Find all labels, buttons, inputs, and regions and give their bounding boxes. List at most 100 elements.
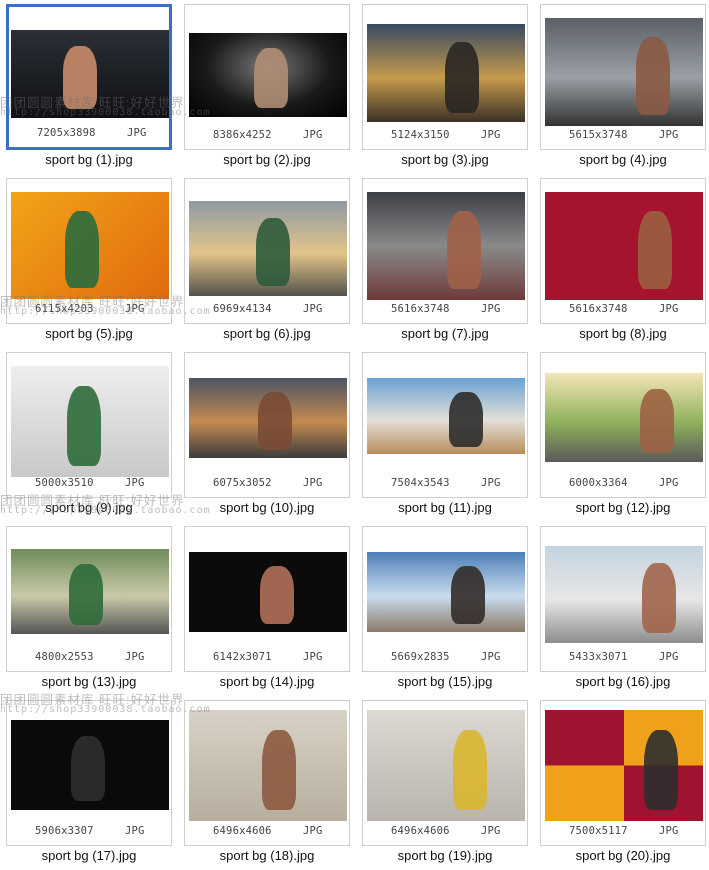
file-type: JPG [303, 129, 323, 141]
thumbnail-frame[interactable]: 7504x3543 JPG [362, 352, 528, 498]
athlete-figure [445, 42, 479, 113]
thumbnail-image[interactable] [11, 549, 169, 634]
file-name[interactable]: sport bg (11).jpg [356, 500, 534, 515]
file-name[interactable]: sport bg (5).jpg [0, 326, 178, 341]
athlete-figure [449, 392, 483, 447]
thumbnail-item[interactable]: 5669x2835 JPG sport bg (15).jpg [356, 522, 534, 696]
thumbnail-item[interactable]: 7504x3543 JPG sport bg (11).jpg [356, 348, 534, 522]
thumbnail-item[interactable]: 5615x3748 JPG sport bg (4).jpg [534, 0, 709, 174]
thumbnail-item[interactable]: 6075x3052 JPG sport bg (10).jpg [178, 348, 356, 522]
thumbnail-frame[interactable]: 6496x4606 JPG [184, 700, 350, 846]
thumbnail-frame[interactable]: 5906x3307 JPG [6, 700, 172, 846]
file-type: JPG [303, 825, 323, 837]
file-name[interactable]: sport bg (2).jpg [178, 152, 356, 167]
thumbnail-grid: 7205x3898 JPG sport bg (1).jpg 8386x4252 JPG… [0, 0, 709, 870]
thumbnail-frame[interactable]: 5433x3071 JPG [540, 526, 706, 672]
file-name[interactable]: sport bg (14).jpg [178, 674, 356, 689]
image-meta: 5124x3150 JPG [363, 129, 527, 143]
image-dimensions: 5433x3071 [569, 651, 628, 663]
thumbnail-frame[interactable]: 7500x5117 JPG [540, 700, 706, 846]
athlete-figure [63, 46, 97, 109]
thumbnail-frame[interactable]: 8386x4252 JPG [184, 4, 350, 150]
thumbnail-item[interactable]: 5906x3307 JPG sport bg (17).jpg [0, 696, 178, 870]
file-name[interactable]: sport bg (19).jpg [356, 848, 534, 863]
thumbnail-item[interactable]: 8386x4252 JPG sport bg (2).jpg [178, 0, 356, 174]
thumbnail-item[interactable]: 5616x3748 JPG sport bg (7).jpg [356, 174, 534, 348]
athlete-figure [636, 37, 670, 115]
image-dimensions: 5616x3748 [391, 303, 450, 315]
thumbnail-item[interactable]: 5124x3150 JPG sport bg (3).jpg [356, 0, 534, 174]
thumbnail-item[interactable]: 6969x4134 JPG sport bg (6).jpg [178, 174, 356, 348]
thumbnail-image[interactable] [189, 33, 347, 117]
thumbnail-image[interactable] [367, 192, 525, 300]
thumbnail-frame[interactable]: 5124x3150 JPG [362, 4, 528, 150]
thumbnail-item[interactable]: 6115x4203 JPG sport bg (5).jpg [0, 174, 178, 348]
thumbnail-frame[interactable]: 6142x3071 JPG [184, 526, 350, 672]
thumbnail-image[interactable] [545, 373, 703, 462]
thumbnail-item[interactable]: 6000x3364 JPG sport bg (12).jpg [534, 348, 709, 522]
file-name[interactable]: sport bg (20).jpg [534, 848, 709, 863]
athlete-figure [447, 211, 481, 289]
thumbnail-image[interactable] [11, 192, 169, 299]
thumbnail-image[interactable] [189, 378, 347, 458]
thumbnail-frame[interactable]: 4800x2553 JPG [6, 526, 172, 672]
thumbnail-item[interactable]: 6496x4606 JPG sport bg (19).jpg [356, 696, 534, 870]
thumbnail-frame[interactable]: 6496x4606 JPG [362, 700, 528, 846]
thumbnail-image[interactable] [545, 18, 703, 126]
thumbnail-image[interactable] [11, 366, 169, 477]
file-name[interactable]: sport bg (1).jpg [0, 152, 178, 167]
thumbnail-frame[interactable]: 5669x2835 JPG [362, 526, 528, 672]
file-type: JPG [303, 477, 323, 489]
thumbnail-item[interactable]: 6496x4606 JPG sport bg (18).jpg [178, 696, 356, 870]
file-name[interactable]: sport bg (17).jpg [0, 848, 178, 863]
athlete-figure [65, 211, 99, 288]
thumbnail-item[interactable]: 6142x3071 JPG sport bg (14).jpg [178, 522, 356, 696]
thumbnail-image[interactable] [11, 720, 169, 810]
file-name[interactable]: sport bg (16).jpg [534, 674, 709, 689]
thumbnail-frame[interactable]: 5616x3748 JPG [540, 178, 706, 324]
thumbnail-image[interactable] [367, 24, 525, 122]
file-name[interactable]: sport bg (9).jpg [0, 500, 178, 515]
thumbnail-image[interactable] [189, 201, 347, 296]
thumbnail-frame[interactable]: 6000x3364 JPG [540, 352, 706, 498]
image-meta: 6075x3052 JPG [185, 477, 349, 491]
file-name[interactable]: sport bg (13).jpg [0, 674, 178, 689]
file-type: JPG [659, 303, 679, 315]
thumbnail-frame[interactable]: 6075x3052 JPG [184, 352, 350, 498]
thumbnail-image[interactable] [367, 710, 525, 821]
thumbnail-frame[interactable]: 5615x3748 JPG [540, 4, 706, 150]
file-name[interactable]: sport bg (7).jpg [356, 326, 534, 341]
thumbnail-item[interactable]: 7500x5117 JPG sport bg (20).jpg [534, 696, 709, 870]
file-type: JPG [125, 303, 145, 315]
file-name[interactable]: sport bg (8).jpg [534, 326, 709, 341]
thumbnail-image[interactable] [545, 710, 703, 821]
thumbnail-image[interactable] [545, 192, 703, 300]
thumbnail-frame[interactable]: 6115x4203 JPG [6, 178, 172, 324]
file-name[interactable]: sport bg (15).jpg [356, 674, 534, 689]
thumbnail-frame[interactable]: 5616x3748 JPG [362, 178, 528, 324]
thumbnail-item[interactable]: 5433x3071 JPG sport bg (16).jpg [534, 522, 709, 696]
thumbnail-image[interactable] [11, 30, 169, 118]
athlete-figure [638, 211, 672, 289]
thumbnail-item[interactable]: 5616x3748 JPG sport bg (8).jpg [534, 174, 709, 348]
file-name[interactable]: sport bg (3).jpg [356, 152, 534, 167]
thumbnail-image[interactable] [189, 710, 347, 821]
file-type: JPG [481, 477, 501, 489]
thumbnail-frame[interactable]: 5000x3510 JPG [6, 352, 172, 498]
thumbnail-image[interactable] [367, 378, 525, 454]
file-name[interactable]: sport bg (6).jpg [178, 326, 356, 341]
thumbnail-image[interactable] [189, 552, 347, 632]
file-name[interactable]: sport bg (12).jpg [534, 500, 709, 515]
thumbnail-item[interactable]: 4800x2553 JPG sport bg (13).jpg [0, 522, 178, 696]
thumbnail-frame[interactable]: 6969x4134 JPG [184, 178, 350, 324]
file-name[interactable]: sport bg (18).jpg [178, 848, 356, 863]
file-name[interactable]: sport bg (10).jpg [178, 500, 356, 515]
file-name[interactable]: sport bg (4).jpg [534, 152, 709, 167]
thumbnail-image[interactable] [545, 546, 703, 643]
thumbnail-item[interactable]: 7205x3898 JPG sport bg (1).jpg [0, 0, 178, 174]
thumbnail-item[interactable]: 5000x3510 JPG sport bg (9).jpg [0, 348, 178, 522]
image-dimensions: 5616x3748 [569, 303, 628, 315]
thumbnail-frame[interactable]: 7205x3898 JPG [6, 4, 172, 150]
thumbnail-image[interactable] [367, 552, 525, 632]
image-meta: 6142x3071 JPG [185, 651, 349, 665]
